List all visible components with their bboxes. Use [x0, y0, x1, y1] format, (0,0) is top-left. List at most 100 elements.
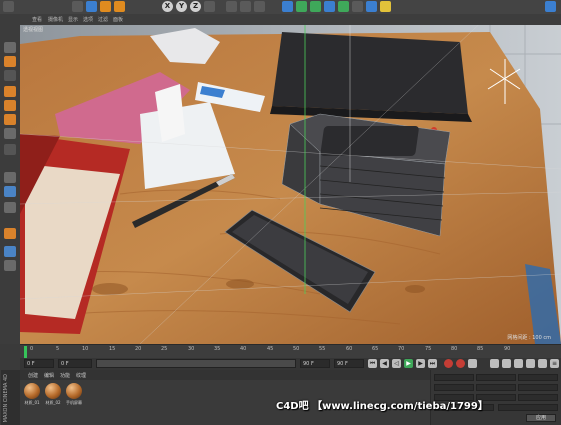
- tweak-mode-icon[interactable]: [4, 144, 16, 155]
- tick-label: 75: [425, 346, 432, 352]
- scene-photo: [20, 14, 561, 344]
- menu-display[interactable]: 显示: [68, 16, 78, 23]
- go-to-end-icon[interactable]: ⏭: [428, 359, 437, 368]
- viewport-menu-bar: 查看 摄像机 显示 选项 过滤 面板: [20, 14, 561, 25]
- max-frame-field[interactable]: 90 F: [300, 359, 330, 368]
- start-frame-field[interactable]: 0 F: [24, 359, 54, 368]
- polygons-mode-icon[interactable]: [4, 114, 16, 125]
- size-mode-select[interactable]: [498, 404, 558, 411]
- size-x-field[interactable]: [476, 374, 516, 381]
- tick-label: 15: [109, 346, 116, 352]
- coord-row-x: [434, 374, 559, 382]
- tick-label: 80: [451, 346, 458, 352]
- position-x-field[interactable]: [434, 374, 474, 381]
- tick-label: 10: [82, 346, 89, 352]
- model-mode-icon[interactable]: [4, 56, 16, 67]
- workplane-icon[interactable]: [4, 186, 16, 197]
- timeline-menu-icon[interactable]: ≡: [550, 359, 559, 368]
- main-toolbar: X Y Z: [0, 0, 561, 15]
- material-preview-icon: [45, 383, 61, 399]
- menu-options[interactable]: 选项: [83, 16, 93, 23]
- y-axis-button[interactable]: Y: [176, 1, 187, 12]
- locked-workplane-icon[interactable]: [4, 202, 16, 213]
- axis-mode-icon[interactable]: [4, 128, 16, 139]
- camera-icon[interactable]: [366, 1, 377, 12]
- live-select-icon[interactable]: [72, 1, 83, 12]
- min-frame-field[interactable]: 0 F: [58, 359, 92, 368]
- solo-mode-icon[interactable]: [4, 246, 16, 257]
- coordinate-system-icon[interactable]: [204, 1, 215, 12]
- perspective-viewport[interactable]: 查看 摄像机 显示 选项 过滤 面板 透视视图 网格间距 : 100 cm: [20, 14, 561, 344]
- play-reverse-icon[interactable]: ◁: [392, 359, 401, 368]
- rotation-p-field[interactable]: [518, 384, 558, 391]
- menu-view[interactable]: 查看: [32, 16, 42, 23]
- render-picture-viewer-icon[interactable]: [240, 1, 251, 12]
- material-swatch[interactable]: 手机屏幕: [65, 383, 83, 406]
- spline-pen-icon[interactable]: [296, 1, 307, 12]
- layout-icon[interactable]: [545, 1, 556, 12]
- undo-icon[interactable]: [3, 1, 14, 12]
- left-toolbar: [0, 14, 21, 344]
- tick-label: 70: [398, 346, 405, 352]
- deformer-icon[interactable]: [338, 1, 349, 12]
- render-view-icon[interactable]: [226, 1, 237, 12]
- viewport-title: 透视视图: [23, 27, 44, 33]
- size-y-field[interactable]: [476, 384, 516, 391]
- edges-mode-icon[interactable]: [4, 100, 16, 111]
- points-mode-icon[interactable]: [4, 86, 16, 97]
- coord-row-y: [434, 384, 559, 392]
- nurbs-icon[interactable]: [310, 1, 321, 12]
- texture-mode-icon[interactable]: [4, 70, 16, 81]
- array-icon[interactable]: [324, 1, 335, 12]
- apply-button[interactable]: 应用: [526, 414, 556, 422]
- menu-panel[interactable]: 面板: [113, 16, 123, 23]
- menu-edit[interactable]: 编辑: [44, 372, 54, 379]
- tick-label: 55: [319, 346, 326, 352]
- position-key-icon[interactable]: [490, 359, 499, 368]
- menu-filter[interactable]: 过滤: [98, 16, 108, 23]
- sculpt-icon[interactable]: [4, 228, 16, 239]
- render-settings-icon[interactable]: [254, 1, 265, 12]
- material-menu-bar: 创建 编辑 功能 纹理: [20, 370, 430, 380]
- keyframe-selection-icon[interactable]: [468, 359, 477, 368]
- menu-texture[interactable]: 纹理: [76, 372, 86, 379]
- menu-create[interactable]: 创建: [28, 372, 38, 379]
- rotation-key-icon[interactable]: [514, 359, 523, 368]
- record-icon[interactable]: [444, 359, 453, 368]
- frame-range-slider[interactable]: [96, 359, 296, 368]
- light-icon[interactable]: [380, 1, 391, 12]
- x-axis-button[interactable]: X: [162, 1, 173, 12]
- enable-snapping-icon[interactable]: [4, 172, 16, 183]
- point-level-key-icon[interactable]: [538, 359, 547, 368]
- cube-object-icon[interactable]: [282, 1, 293, 12]
- timeline-ruler[interactable]: 0 5 10 15 20 25 30 35 40 45 50 55 60 65 …: [20, 344, 561, 359]
- position-y-field[interactable]: [434, 384, 474, 391]
- material-swatch[interactable]: 材质_01: [23, 383, 41, 406]
- material-preview-icon: [66, 383, 82, 399]
- tick-label: 5: [56, 346, 60, 352]
- parameter-key-icon[interactable]: [526, 359, 535, 368]
- watermark: C4D吧 【www.linecg.com/tieba/1799】: [276, 401, 488, 412]
- make-editable-icon[interactable]: [4, 42, 16, 53]
- rotation-b-field[interactable]: [518, 394, 558, 401]
- menu-cameras[interactable]: 摄像机: [48, 16, 63, 23]
- scale-key-icon[interactable]: [502, 359, 511, 368]
- menu-function[interactable]: 功能: [60, 372, 70, 379]
- rotation-h-field[interactable]: [518, 374, 558, 381]
- tick-label: 90: [504, 346, 511, 352]
- next-key-icon[interactable]: ▶: [416, 359, 425, 368]
- material-swatch[interactable]: 材质_02: [44, 383, 62, 406]
- previous-key-icon[interactable]: ◀: [380, 359, 389, 368]
- go-to-start-icon[interactable]: ⏮: [368, 359, 377, 368]
- viewport-solo-icon[interactable]: [4, 260, 16, 271]
- play-icon[interactable]: ▶: [404, 359, 413, 368]
- rotate-icon[interactable]: [114, 1, 125, 12]
- end-frame-field[interactable]: 90 F: [334, 359, 364, 368]
- playhead[interactable]: [24, 346, 27, 358]
- tick-label: 45: [267, 346, 274, 352]
- scene-icon[interactable]: [352, 1, 363, 12]
- autokey-icon[interactable]: [456, 359, 465, 368]
- move-icon[interactable]: [86, 1, 97, 12]
- scale-icon[interactable]: [100, 1, 111, 12]
- z-axis-button[interactable]: Z: [190, 1, 201, 12]
